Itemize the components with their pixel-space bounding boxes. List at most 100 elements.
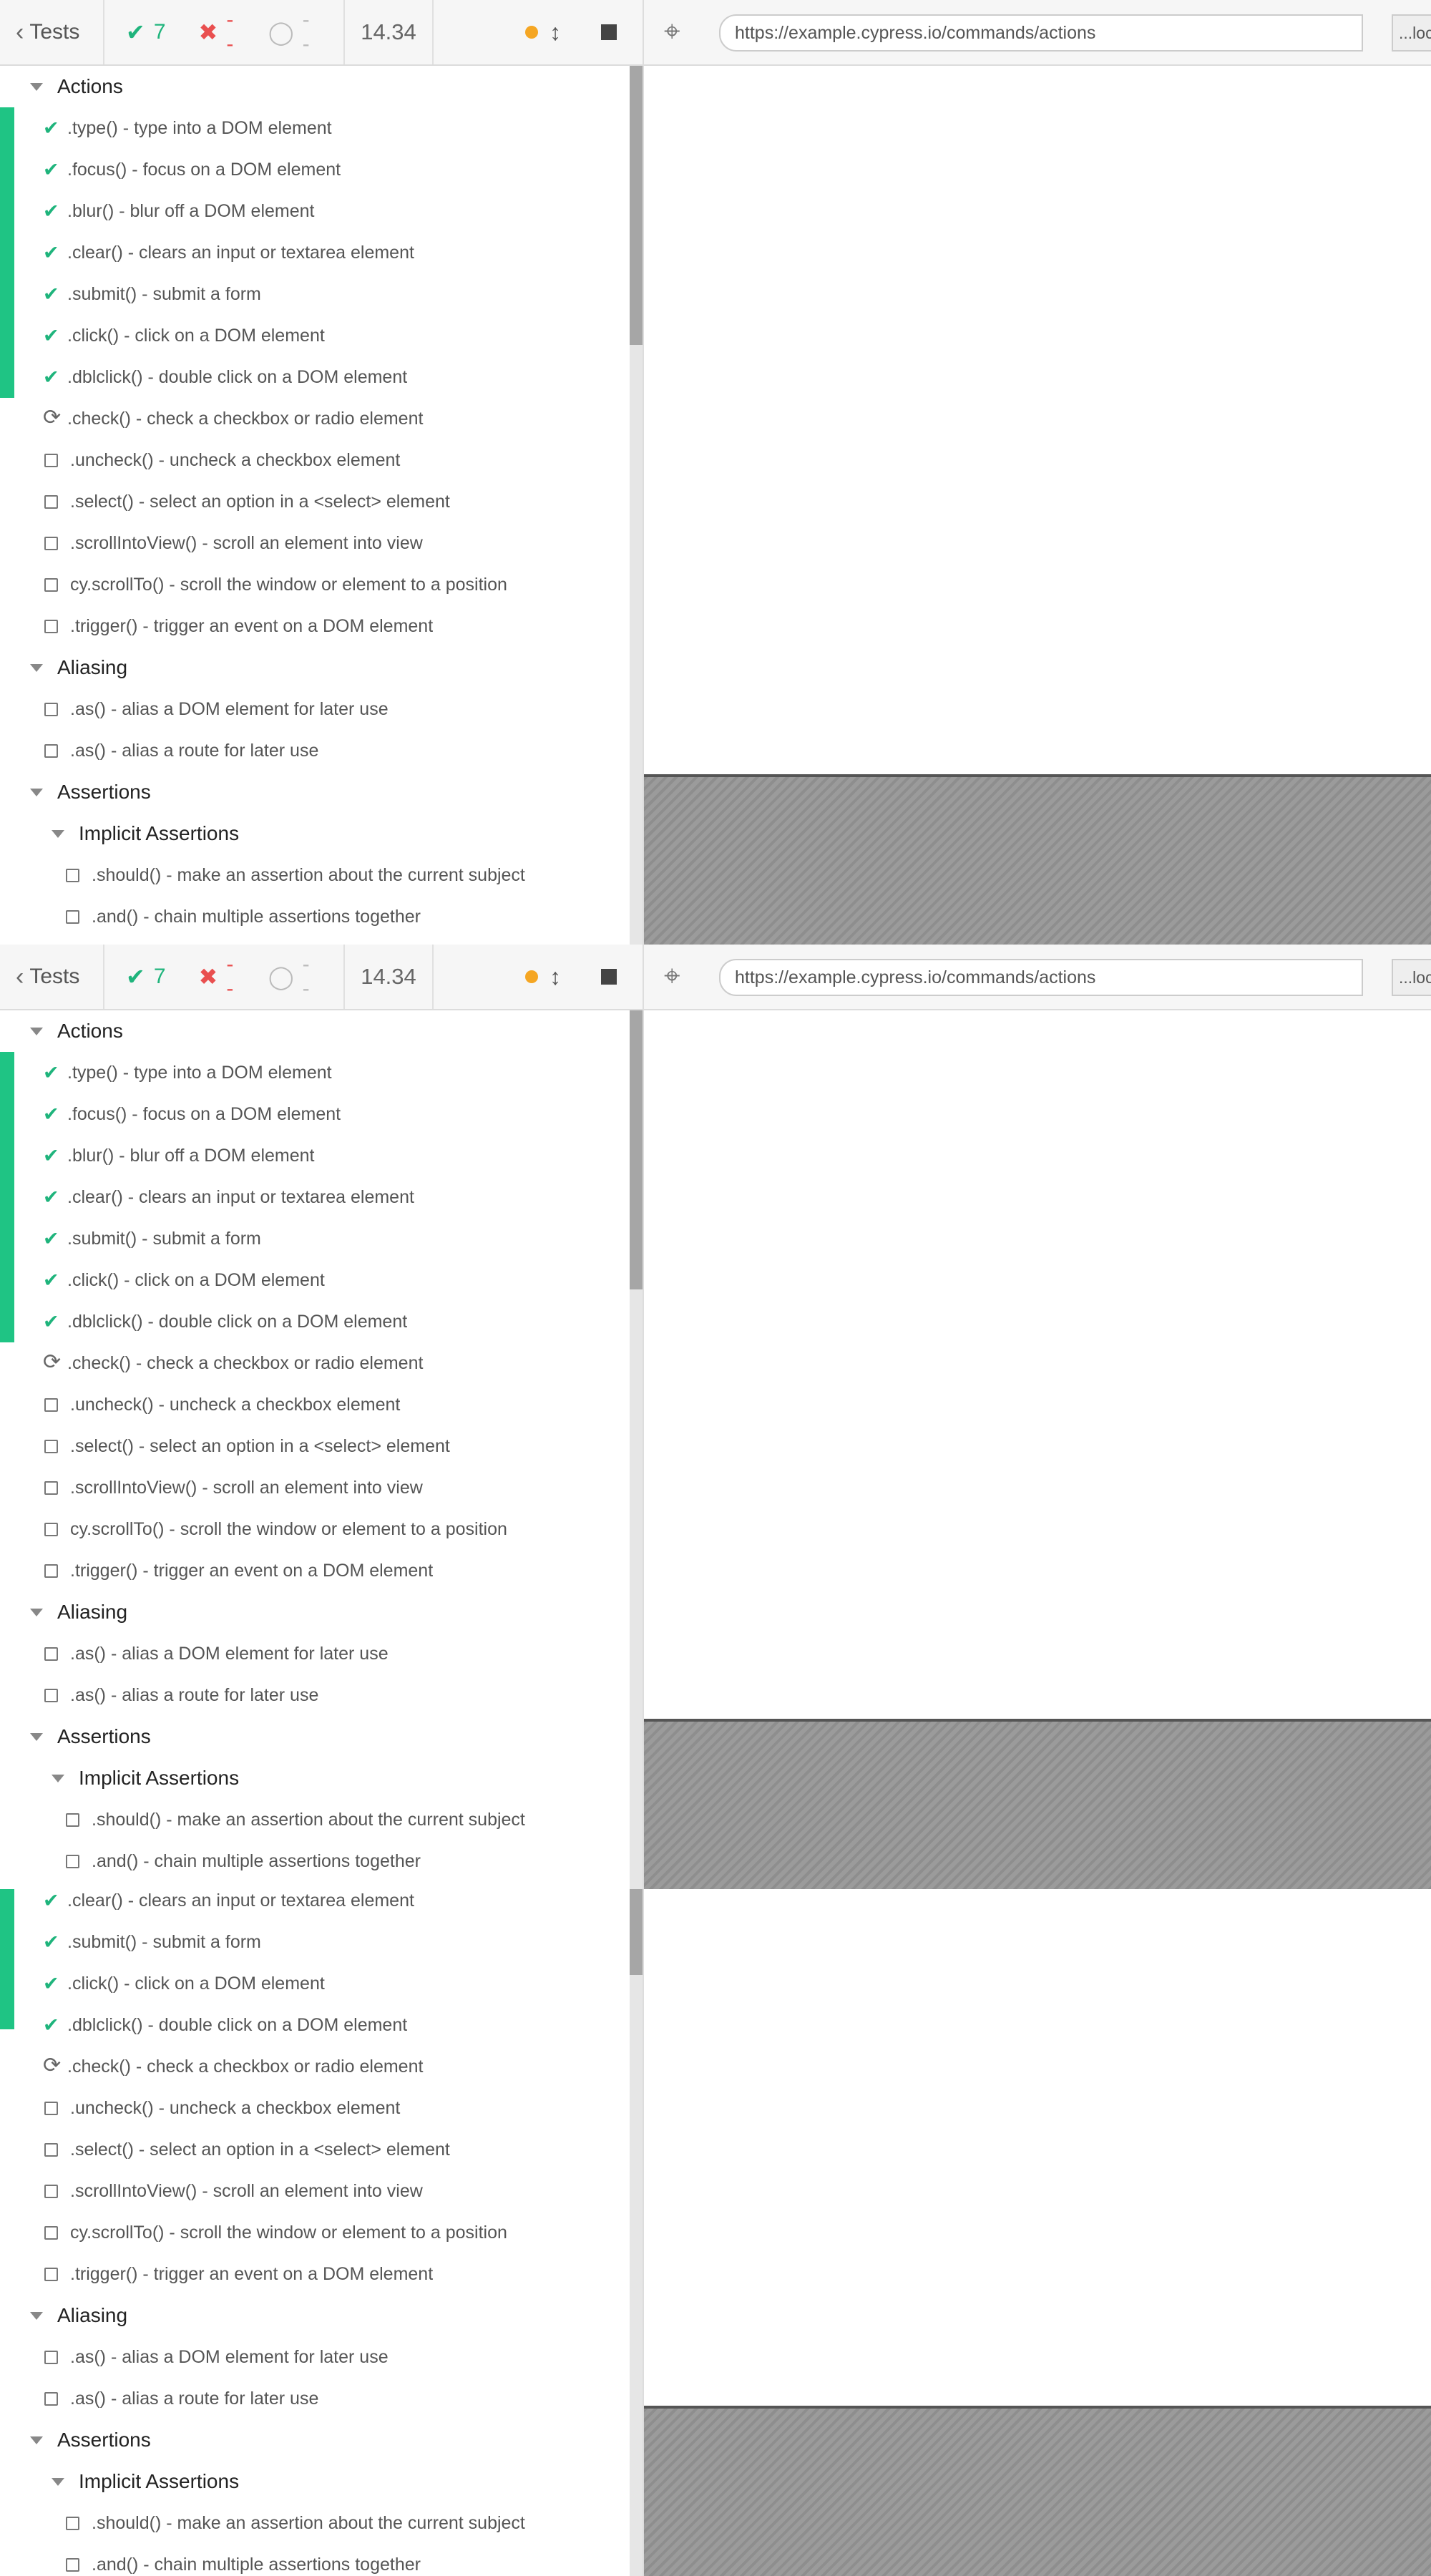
test-item[interactable]: .trigger() - trigger an event on a DOM e… bbox=[43, 1550, 433, 1591]
stop-icon[interactable] bbox=[601, 969, 617, 985]
test-item[interactable]: .trigger() - trigger an event on a DOM e… bbox=[43, 2253, 433, 2295]
tests-button[interactable]: ‹ Tests bbox=[0, 945, 104, 1009]
url-bar[interactable]: https://example.cypress.io/commands/acti… bbox=[719, 14, 1363, 52]
test-item[interactable]: .should() - make an assertion about the … bbox=[64, 1799, 525, 1840]
test-title: .scrollIntoView() - scroll an element in… bbox=[70, 1477, 423, 1498]
test-item[interactable]: ✔ .blur() - blur off a DOM element bbox=[43, 190, 314, 232]
test-item[interactable]: ✔ .click() - click on a DOM element bbox=[43, 315, 325, 356]
test-item[interactable]: .as() - alias a route for later use bbox=[43, 730, 318, 771]
test-item[interactable]: ✔ .dblclick() - double click on a DOM ele… bbox=[43, 2004, 407, 2046]
tests-button[interactable]: ‹ Tests bbox=[0, 0, 104, 64]
test-item[interactable]: ✔ .blur() - blur off a DOM element bbox=[43, 1135, 314, 1176]
suite-title: Assertions bbox=[57, 781, 151, 803]
stop-icon[interactable] bbox=[601, 24, 617, 40]
url-more-button[interactable]: ...loc bbox=[1392, 959, 1431, 996]
test-title: .should() - make an assertion about the … bbox=[92, 2512, 525, 2533]
target-crosshair-icon[interactable]: ⌖ bbox=[664, 17, 680, 46]
test-item[interactable]: cy.scrollTo() - scroll the window or ele… bbox=[43, 564, 507, 605]
refresh-icon: ⟳ bbox=[43, 405, 62, 429]
test-item[interactable]: .should() - make an assertion about the … bbox=[64, 854, 525, 896]
test-title: .check() - check a checkbox or radio ele… bbox=[67, 408, 424, 429]
test-item[interactable]: ✔ .dblclick() - double click on a DOM ele… bbox=[43, 356, 407, 398]
suite-actions[interactable]: Actions bbox=[30, 66, 123, 107]
test-item[interactable]: ✔ .dblclick() - double click on a DOM ele… bbox=[43, 1301, 407, 1342]
passed-stat: ✔ 7 bbox=[126, 19, 166, 46]
test-item[interactable]: ⟳ .check() - check a checkbox or radio el… bbox=[43, 398, 423, 439]
passed-stat: ✔ 7 bbox=[126, 963, 166, 990]
scrollbar-thumb[interactable] bbox=[630, 1010, 643, 1289]
test-item[interactable]: .and() - chain multiple assertions toget… bbox=[64, 896, 421, 937]
caret-down-icon bbox=[52, 829, 64, 838]
scrollbar-thumb[interactable] bbox=[630, 66, 643, 345]
circle-icon: ◯ bbox=[268, 964, 294, 990]
test-item[interactable]: .scrollIntoView() - scroll an element in… bbox=[43, 2170, 423, 2212]
test-item[interactable]: .as() - alias a route for later use bbox=[43, 1674, 318, 1716]
reporter-scrollbar[interactable] bbox=[630, 1889, 643, 2576]
test-item[interactable]: .trigger() - trigger an event on a DOM e… bbox=[43, 605, 433, 647]
test-item[interactable]: ✔ .type() - type into a DOM element bbox=[43, 1052, 332, 1093]
test-item[interactable]: ⟳ .check() - check a checkbox or radio el… bbox=[43, 1342, 423, 1384]
test-item[interactable]: ✔ .clear() - clears an input or textarea … bbox=[43, 1889, 414, 1921]
test-item[interactable]: ✔ .click() - click on a DOM element bbox=[43, 1963, 325, 2004]
test-item[interactable]: .scrollIntoView() - scroll an element in… bbox=[43, 1467, 423, 1508]
tests-label: Tests bbox=[29, 965, 80, 988]
suite-assertions[interactable]: Assertions bbox=[30, 1716, 151, 1757]
test-item[interactable]: cy.scrollTo() - scroll the window or ele… bbox=[43, 1508, 507, 1550]
checkbox-icon bbox=[44, 2101, 58, 2115]
test-item[interactable]: .as() - alias a DOM element for later us… bbox=[43, 688, 389, 730]
test-item[interactable]: .as() - alias a DOM element for later us… bbox=[43, 2336, 389, 2378]
url-more-button[interactable]: ...loc bbox=[1392, 14, 1431, 52]
test-title: .uncheck() - uncheck a checkbox element bbox=[70, 1394, 401, 1415]
test-item[interactable]: cy.scrollTo() - scroll the window or ele… bbox=[43, 2212, 507, 2253]
suite-actions[interactable]: Actions bbox=[30, 1010, 123, 1052]
chevron-left-icon: ‹ bbox=[16, 962, 24, 990]
test-item[interactable]: .select() - select an option in a <selec… bbox=[43, 481, 450, 522]
test-item[interactable]: .uncheck() - uncheck a checkbox element bbox=[43, 1384, 400, 1425]
test-item[interactable]: ✔ .clear() - clears an input or textarea … bbox=[43, 1176, 414, 1218]
test-item[interactable]: ✔ .focus() - focus on a DOM element bbox=[43, 1093, 341, 1135]
test-item[interactable]: .and() - chain multiple assertions toget… bbox=[64, 2544, 421, 2576]
test-title: .check() - check a checkbox or radio ele… bbox=[67, 1352, 424, 1373]
checkbox-icon bbox=[44, 702, 58, 716]
target-crosshair-icon[interactable]: ⌖ bbox=[664, 962, 680, 990]
test-item[interactable]: .uncheck() - uncheck a checkbox element bbox=[43, 439, 400, 481]
test-item[interactable]: .select() - select an option in a <selec… bbox=[43, 1425, 450, 1467]
test-item[interactable]: .as() - alias a DOM element for later us… bbox=[43, 1633, 389, 1674]
suite-implicit-assertions[interactable]: Implicit Assertions bbox=[52, 2461, 239, 2502]
test-item[interactable]: ✔ .submit() - submit a form bbox=[43, 1921, 261, 1963]
refresh-icon: ⟳ bbox=[43, 1350, 62, 1374]
test-item[interactable]: ✔ .click() - click on a DOM element bbox=[43, 1259, 325, 1301]
controls: ↕ bbox=[434, 0, 643, 64]
caret-down-icon bbox=[52, 1774, 64, 1782]
test-item[interactable]: ✔ .type() - type into a DOM element bbox=[43, 107, 332, 149]
reporter-scrollbar[interactable] bbox=[630, 66, 643, 945]
test-item[interactable]: ⟳ .check() - check a checkbox or radio el… bbox=[43, 2046, 423, 2087]
suite-title: Implicit Assertions bbox=[79, 2470, 240, 2492]
test-item[interactable]: ✔ .submit() - submit a form bbox=[43, 273, 261, 315]
test-item[interactable]: .scrollIntoView() - scroll an element in… bbox=[43, 522, 423, 564]
vertical-expand-icon[interactable]: ↕ bbox=[550, 19, 561, 46]
url-bar[interactable]: https://example.cypress.io/commands/acti… bbox=[719, 959, 1363, 996]
caret-down-icon bbox=[30, 1027, 43, 1035]
test-item[interactable]: .select() - select an option in a <selec… bbox=[43, 2129, 450, 2170]
test-item[interactable]: .and() - chain multiple assertions toget… bbox=[64, 1840, 421, 1882]
test-item[interactable]: ✔ .clear() - clears an input or textarea … bbox=[43, 232, 414, 273]
app-preview bbox=[643, 1889, 1431, 2576]
test-item[interactable]: ✔ .focus() - focus on a DOM element bbox=[43, 149, 341, 190]
suite-assertions[interactable]: Assertions bbox=[30, 2419, 151, 2461]
suite-implicit-assertions[interactable]: Implicit Assertions bbox=[52, 1757, 239, 1799]
reporter-scrollbar[interactable] bbox=[630, 1010, 643, 1889]
test-title: .click() - click on a DOM element bbox=[67, 1269, 325, 1290]
suite-implicit-assertions[interactable]: Implicit Assertions bbox=[52, 813, 239, 854]
test-item[interactable]: .as() - alias a route for later use bbox=[43, 2378, 318, 2419]
test-item[interactable]: .uncheck() - uncheck a checkbox element bbox=[43, 2087, 400, 2129]
suite-aliasing[interactable]: Aliasing bbox=[30, 1591, 127, 1633]
scrollbar-thumb[interactable] bbox=[630, 1889, 643, 1975]
suite-assertions[interactable]: Assertions bbox=[30, 771, 151, 813]
test-item[interactable]: ✔ .submit() - submit a form bbox=[43, 1218, 261, 1259]
suite-aliasing[interactable]: Aliasing bbox=[30, 2295, 127, 2336]
vertical-expand-icon[interactable]: ↕ bbox=[550, 964, 561, 990]
suite-aliasing[interactable]: Aliasing bbox=[30, 647, 127, 688]
suite-title: Aliasing bbox=[57, 2304, 128, 2326]
test-item[interactable]: .should() - make an assertion about the … bbox=[64, 2502, 525, 2544]
